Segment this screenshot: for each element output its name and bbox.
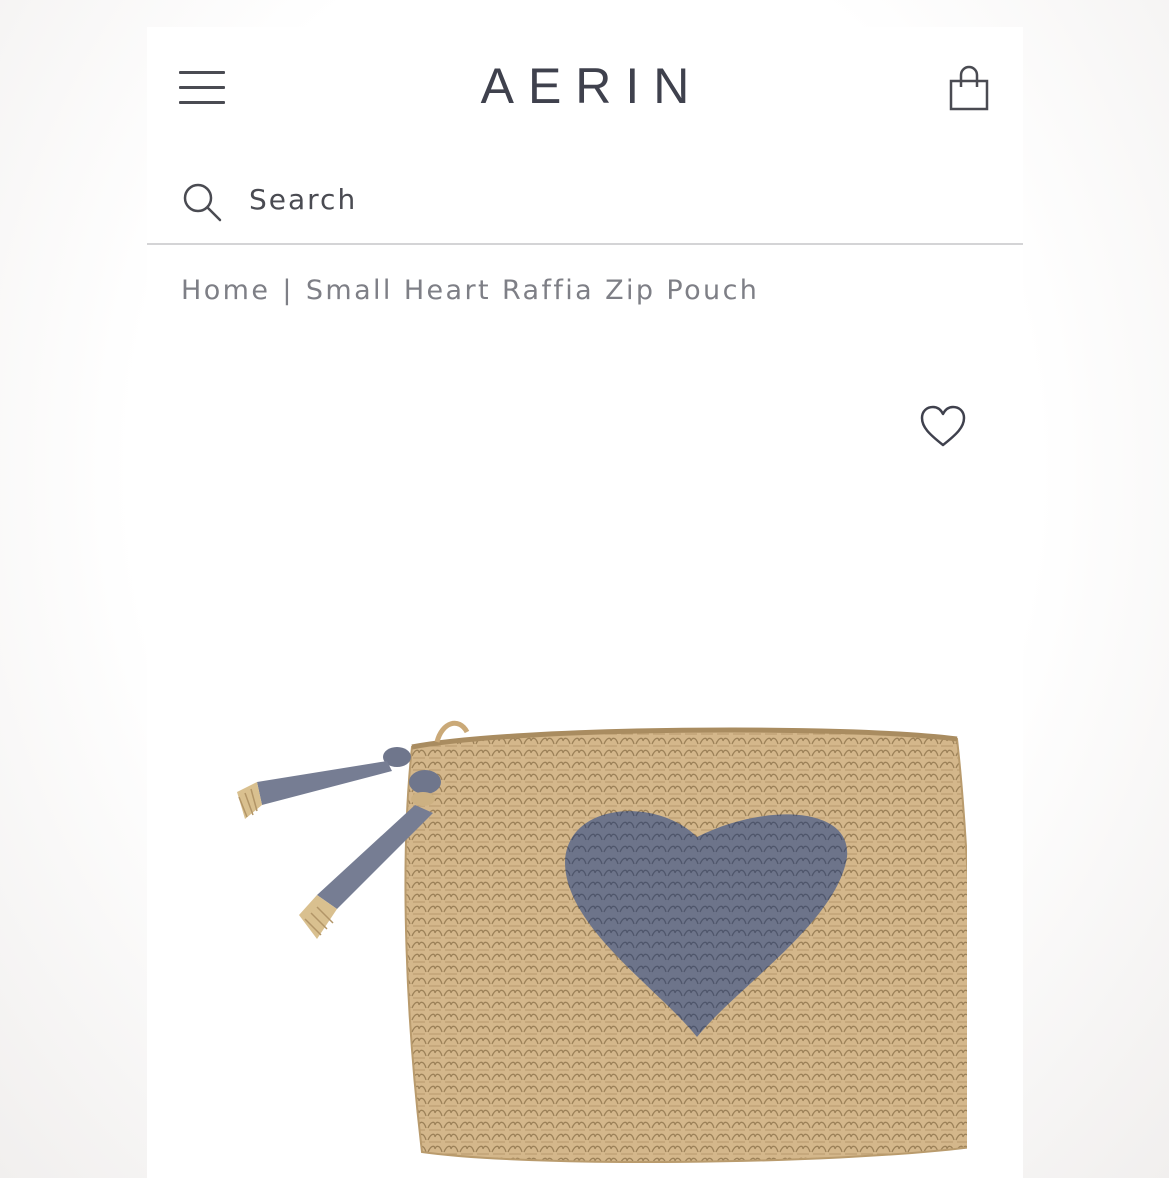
breadcrumb: Home | Small Heart Raffia Zip Pouch [181,275,759,306]
breadcrumb-current: Small Heart Raffia Zip Pouch [305,275,760,306]
search-input[interactable] [247,175,951,223]
breadcrumb-home-link[interactable]: Home [181,275,270,306]
brand-logo[interactable]: AERIN [147,57,1023,115]
mobile-page: AERIN Home | Small Heart Raffia Zip Pouch [147,27,1023,1178]
product-image[interactable] [187,687,975,1178]
search-icon[interactable] [181,181,223,223]
tassel [237,747,411,819]
search-bar [147,155,1023,245]
site-header: AERIN [147,27,1023,155]
heart-outline-icon[interactable] [919,405,967,449]
breadcrumb-separator: | [282,275,294,306]
shopping-bag-icon[interactable] [947,65,991,111]
